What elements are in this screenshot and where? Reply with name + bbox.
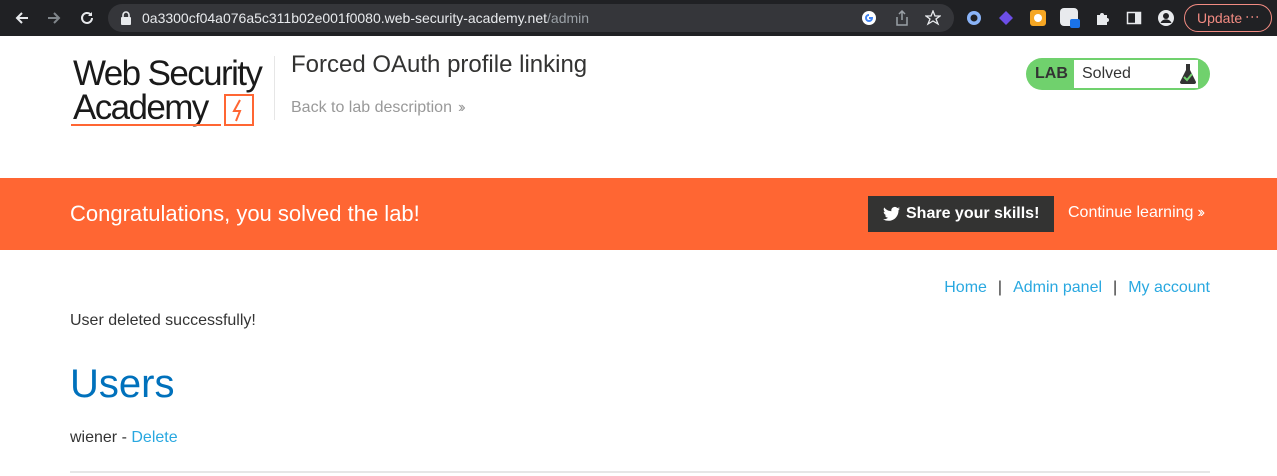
nav-separator: | [997,279,1003,296]
user-row: wiener - Delete [70,429,178,447]
share-icon[interactable] [893,9,911,27]
address-bar[interactable]: 0a3300cf04a076a5c311b02e001f0080.web-sec… [108,4,954,32]
content-divider [70,471,1210,473]
profile-avatar-icon[interactable] [1155,7,1177,29]
status-text: Solved [1082,65,1131,82]
browser-toolbar: 0a3300cf04a076a5c311b02e001f0080.web-sec… [0,0,1277,36]
forward-arrow-icon[interactable] [43,7,65,29]
menu-dots-icon[interactable]: ⋮ [1245,10,1261,24]
user-separator: - [117,429,132,446]
logo-text-line1: Web Security [73,54,263,93]
lab-label: LAB [1035,65,1068,82]
home-link[interactable]: Home [944,279,987,297]
logo-lightning-icon [224,94,254,126]
back-to-lab-description-link[interactable]: Back to lab description ›› [291,99,465,117]
header-divider [274,56,275,120]
double-chevron-icon: ›› [1197,204,1204,221]
url-text[interactable]: 0a3300cf04a076a5c311b02e001f0080.web-sec… [142,10,589,26]
delete-user-link[interactable]: Delete [131,429,177,446]
username: wiener [70,429,118,446]
update-button[interactable]: Update ⋮ [1184,4,1272,32]
share-skills-button[interactable]: Share your skills! [868,196,1054,232]
side-panel-icon[interactable] [1123,7,1145,29]
congratulations-message: Congratulations, you solved the lab! [70,201,420,226]
logo-text-line2: Academy [73,88,209,127]
admin-panel-link[interactable]: Admin panel [1013,279,1102,297]
google-icon[interactable] [860,9,878,27]
twitter-icon [883,206,900,221]
account-nav: Home | Admin panel | My account [944,279,1210,297]
my-account-link[interactable]: My account [1128,279,1210,297]
bookmark-star-icon[interactable] [924,9,942,27]
users-heading: Users [70,362,175,406]
extension-circle-icon[interactable] [963,7,985,29]
logo-underline [71,124,221,126]
extension-badge-icon[interactable] [1059,7,1081,29]
web-security-academy-logo[interactable]: Web Security Academy [71,56,271,128]
lab-status-widget: LAB Solved [1026,58,1210,90]
flask-icon [1178,63,1198,90]
status-message: User deleted successfully! [70,312,256,329]
reload-icon[interactable] [76,7,98,29]
nav-separator: | [1113,279,1118,296]
extension-burp-icon[interactable] [1027,7,1049,29]
continue-learning-link[interactable]: Continue learning ›› [1068,204,1205,222]
puzzle-extensions-icon[interactable] [1091,7,1113,29]
lab-title: Forced OAuth profile linking [291,51,588,78]
solved-banner: Congratulations, you solved the lab! Sha… [0,178,1277,250]
double-chevron-icon: ›› [457,99,465,116]
lock-icon[interactable] [120,11,132,30]
back-arrow-icon[interactable] [11,7,33,29]
extension-diamond-icon[interactable] [995,7,1017,29]
